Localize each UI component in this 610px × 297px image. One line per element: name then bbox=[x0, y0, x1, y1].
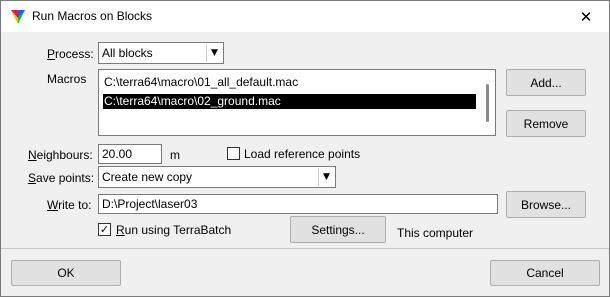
app-logo-icon bbox=[11, 10, 25, 24]
close-button[interactable]: ✕ bbox=[563, 1, 609, 32]
save-points-label: Save points: bbox=[28, 171, 95, 185]
target-computer-text: This computer bbox=[397, 226, 474, 240]
macro-list-item[interactable]: C:\terra64\macro\01_all_default.mac bbox=[103, 75, 298, 90]
add-macro-button[interactable]: Add... bbox=[506, 69, 586, 96]
neighbours-input[interactable]: 20.00 bbox=[98, 144, 162, 164]
load-reference-label[interactable]: Load reference points bbox=[244, 147, 360, 161]
neighbours-unit: m bbox=[170, 148, 180, 162]
process-value: All blocks bbox=[102, 46, 153, 60]
write-to-input[interactable]: D:\Project\laser03 bbox=[98, 194, 498, 214]
run-terrabatch-checkbox[interactable]: ✓ bbox=[98, 223, 111, 236]
dialog-window: Run Macros on Blocks ✕ Process: All bloc… bbox=[0, 0, 610, 297]
macros-listbox[interactable]: C:\terra64\macro\01_all_default.mac C:\t… bbox=[98, 69, 496, 136]
macro-list-item-selected[interactable]: C:\terra64\macro\02_ground.mac bbox=[103, 94, 476, 109]
browse-button[interactable]: Browse... bbox=[506, 191, 586, 218]
dialog-body: Process: All blocks ▼ Macros C:\terra64\… bbox=[1, 32, 609, 248]
settings-button[interactable]: Settings... bbox=[290, 216, 386, 243]
process-label: Process: bbox=[47, 47, 94, 61]
macros-label: Macros bbox=[47, 72, 87, 86]
list-scrollbar[interactable] bbox=[486, 84, 489, 122]
remove-macro-button[interactable]: Remove bbox=[506, 110, 586, 137]
chevron-down-icon[interactable]: ▼ bbox=[318, 168, 334, 186]
write-to-value: D:\Project\laser03 bbox=[102, 197, 198, 211]
neighbours-value: 20.00 bbox=[102, 147, 133, 161]
neighbours-label: Neighbours: bbox=[28, 148, 93, 162]
title-bar[interactable]: Run Macros on Blocks ✕ bbox=[1, 1, 609, 32]
close-icon: ✕ bbox=[579, 7, 593, 26]
cancel-button[interactable]: Cancel bbox=[490, 260, 600, 286]
checkmark-icon: ✓ bbox=[99, 223, 110, 236]
load-reference-checkbox[interactable] bbox=[227, 147, 240, 160]
write-to-label: Write to: bbox=[47, 198, 92, 212]
ok-button[interactable]: OK bbox=[11, 260, 121, 286]
chevron-down-icon[interactable]: ▼ bbox=[206, 44, 222, 62]
save-points-value: Create new copy bbox=[102, 170, 193, 184]
dialog-footer: OK Cancel bbox=[1, 249, 609, 296]
run-terrabatch-label[interactable]: Run using TerraBatch bbox=[116, 223, 231, 237]
window-title: Run Macros on Blocks bbox=[32, 9, 153, 23]
process-dropdown[interactable]: All blocks ▼ bbox=[98, 42, 224, 64]
save-points-dropdown[interactable]: Create new copy ▼ bbox=[98, 166, 336, 188]
